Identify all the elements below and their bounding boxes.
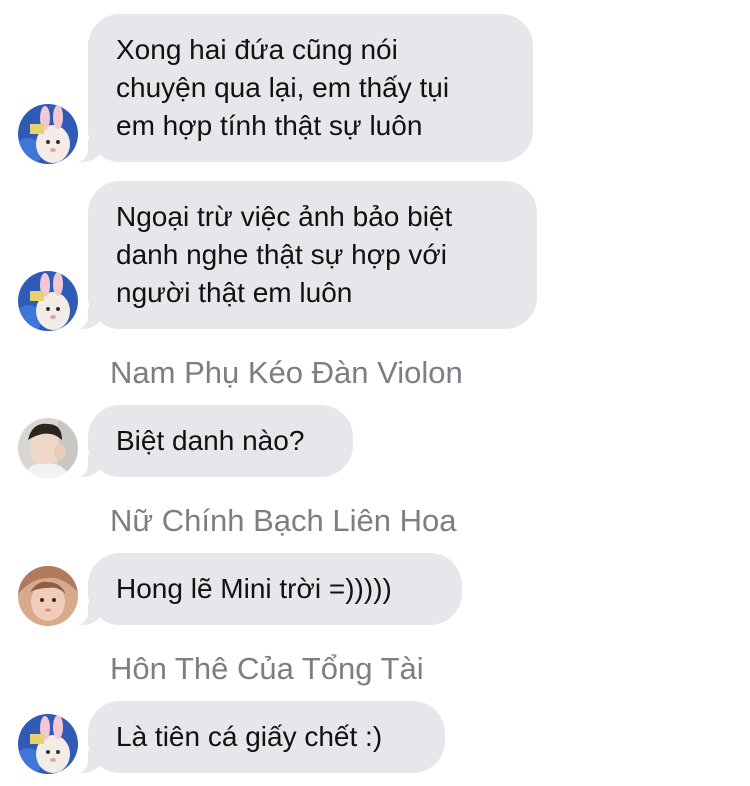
message-line: Ngoại trừ việc ảnh bảo biệt (116, 201, 453, 232)
message-line: Là tiên cá giấy chết :) (116, 721, 383, 752)
message-bubble[interactable]: Hong lẽ Mini trời =))))) (66, 553, 462, 625)
boy-photo-avatar-icon[interactable] (18, 418, 78, 478)
message-line: chuyện qua lại, em thấy tụi (116, 72, 450, 103)
message-bubble[interactable]: Ngoại trừ việc ảnh bảo biệt danh nghe th… (66, 181, 537, 329)
message-line: Hong lẽ Mini trời =))))) (116, 573, 392, 604)
sender-name: Hôn Thê Của Tổng Tài (110, 651, 424, 686)
blue-bunny-avatar-icon[interactable] (18, 714, 78, 774)
blue-bunny-avatar-icon[interactable] (18, 104, 78, 164)
warm-photo-avatar-icon[interactable] (18, 566, 78, 626)
message-bubble[interactable]: Xong hai đứa cũng nói chuyện qua lại, em… (66, 14, 533, 162)
sender-name: Nữ Chính Bạch Liên Hoa (110, 503, 457, 538)
message-line: Xong hai đứa cũng nói (116, 34, 398, 65)
message-line: người thật em luôn (116, 277, 353, 308)
message-line: danh nghe thật sự hợp với (116, 239, 448, 270)
message-line: em hợp tính thật sự luôn (116, 110, 423, 141)
message-bubble[interactable]: Biệt danh nào? (66, 405, 353, 477)
sender-name: Nam Phụ Kéo Đàn Violon (110, 355, 463, 390)
blue-bunny-avatar-icon[interactable] (18, 271, 78, 331)
message-line: Biệt danh nào? (116, 425, 305, 456)
chat-thread: Xong hai đứa cũng nói chuyện qua lại, em… (0, 0, 750, 786)
message-bubble[interactable]: Là tiên cá giấy chết :) (66, 701, 445, 773)
